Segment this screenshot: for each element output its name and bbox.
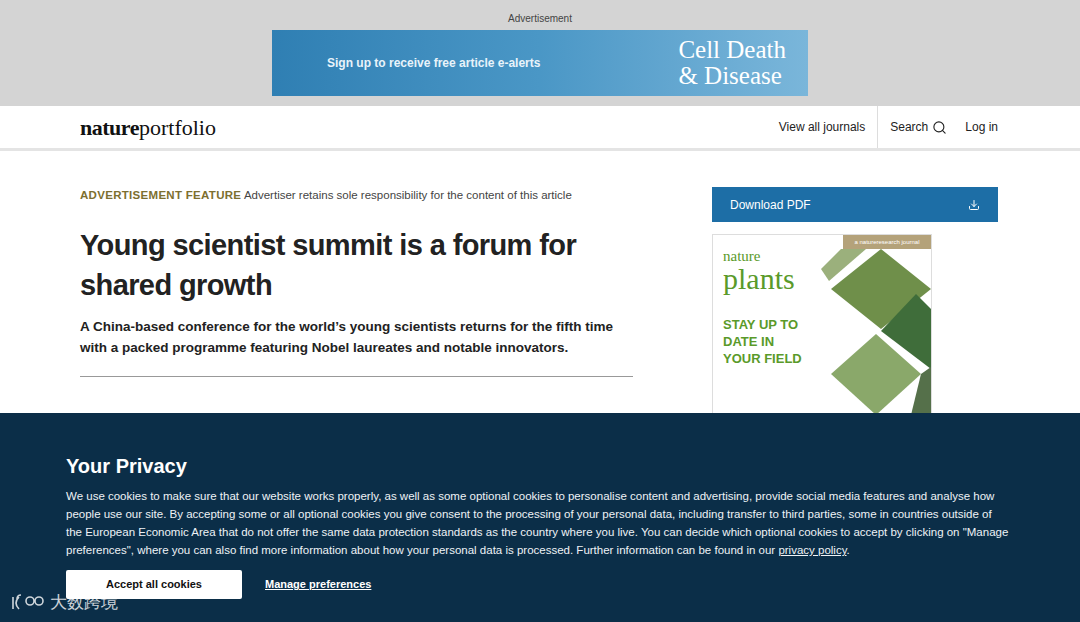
privacy-actions: Accept all cookiesManage preferences	[66, 570, 1014, 599]
manage-preferences-link[interactable]: Manage preferences	[265, 576, 371, 593]
ad-cta-block: STAY UP TODATE INYOUR FIELD	[723, 316, 931, 367]
nav-search[interactable]: Search	[878, 106, 947, 148]
privacy-text: We use cookies to make sure that our web…	[66, 487, 1014, 559]
watermark: 大数跨境	[10, 592, 118, 614]
journal-ad[interactable]: a natureresearch journalnatureplants STAY…	[712, 234, 932, 414]
watermark-text: 大数跨境	[50, 592, 118, 614]
ad-banner[interactable]: Sign up to receive free article e-alerts…	[272, 30, 808, 96]
nav-login[interactable]: Log in	[947, 106, 998, 148]
privacy-title: Your Privacy	[66, 452, 1014, 480]
ad-journal: Cell Death& Disease	[678, 37, 808, 89]
photo-collage-icon	[821, 249, 931, 414]
divider	[80, 376, 633, 377]
article-title: Young scientist summit is a forum for sh…	[80, 225, 633, 305]
logo-regular: portfolio	[139, 111, 216, 144]
privacy-policy-link[interactable]: privacy policy	[778, 544, 846, 556]
site-header: natureportfolio View all journalsSearchLo…	[0, 106, 1080, 151]
sidebar: Download PDF a natureresearch journalnatu…	[712, 187, 998, 414]
privacy-banner: Your Privacy We use cookies to make sure …	[0, 413, 1080, 622]
main: ADVERTISEMENT FEATURE Advertiser retains…	[0, 151, 1080, 414]
download-pdf-button[interactable]: Download PDF	[712, 187, 998, 222]
article-column: ADVERTISEMENT FEATURE Advertiser retains…	[80, 187, 633, 414]
logo[interactable]: natureportfolio	[80, 106, 216, 148]
feature-disclaimer: Advertiser retains sole responsibility f…	[244, 189, 572, 201]
ad-strip: Advertisement Sign up to receive free art…	[0, 0, 1080, 106]
feature-tag: ADVERTISEMENT FEATURE	[80, 189, 241, 201]
download-icon	[968, 199, 980, 211]
ad-badge: a natureresearch journal	[843, 235, 931, 249]
article-standfirst: A China-based conference for the world’s…	[80, 316, 633, 358]
ad-label: Advertisement	[508, 12, 572, 26]
ad-feature-line: ADVERTISEMENT FEATURE Advertiser retains…	[80, 187, 633, 203]
watermark-logo-icon	[10, 593, 46, 613]
ad-cta-line: DATE IN	[723, 333, 931, 350]
search-icon	[932, 120, 947, 135]
logo-bold: nature	[80, 111, 139, 144]
ad-journal-name: plants	[723, 264, 931, 294]
ad-journal-line: & Disease	[678, 63, 786, 89]
ad-journal-line: Cell Death	[678, 37, 786, 63]
ad-brand: nature	[723, 249, 931, 264]
ad-cta-line: STAY UP TO	[723, 316, 931, 333]
page: Advertisement Sign up to receive free art…	[0, 0, 1080, 622]
ad-cta: Sign up to receive free article e-alerts	[272, 54, 678, 72]
ad-text: natureplants STAY UP TODATE INYOUR FIELD	[713, 235, 931, 367]
ad-cta-line: YOUR FIELD	[723, 350, 931, 367]
nav-journals[interactable]: View all journals	[779, 106, 879, 148]
